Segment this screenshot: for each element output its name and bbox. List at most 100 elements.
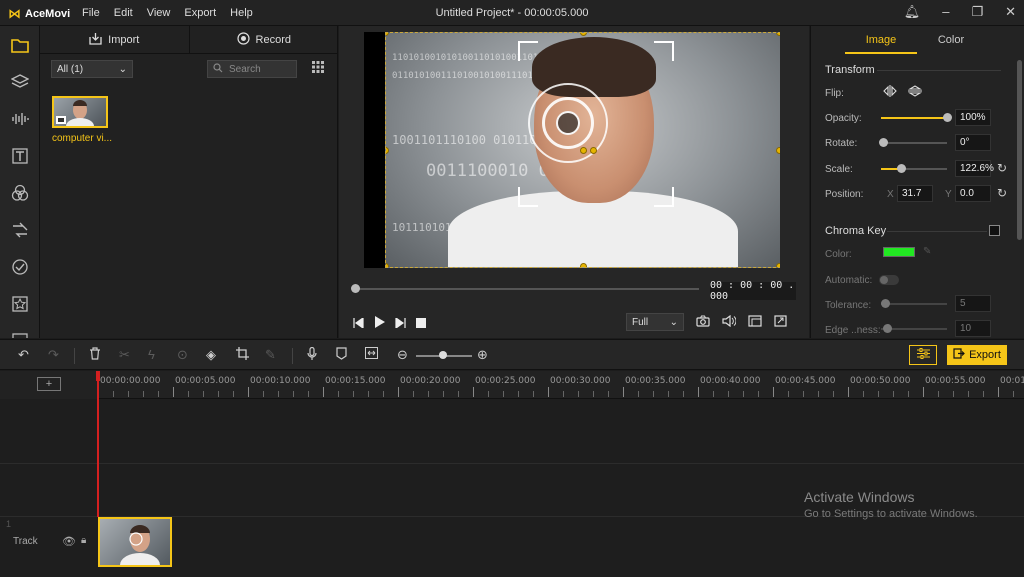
media-item-thumbnail[interactable] <box>52 96 108 128</box>
preview-quality-select[interactable]: Full ⌄ <box>626 313 684 331</box>
menu-export[interactable]: Export <box>184 7 216 19</box>
resize-handle[interactable] <box>776 147 780 154</box>
media-folder-icon[interactable] <box>6 31 34 59</box>
close-icon[interactable]: ✕ <box>1005 4 1016 20</box>
tolerance-slider[interactable] <box>881 299 947 308</box>
opacity-input[interactable]: 100% <box>955 109 991 126</box>
scale-slider-knob[interactable] <box>897 164 906 173</box>
opacity-slider-knob[interactable] <box>943 113 952 122</box>
microphone-icon[interactable] <box>307 346 317 364</box>
chroma-color-swatch[interactable] <box>883 247 915 257</box>
keyframe-icon[interactable]: ◈ <box>206 347 216 363</box>
menu-help[interactable]: Help <box>230 7 253 19</box>
flip-vertical-icon[interactable] <box>908 85 922 100</box>
preview-scrub-knob[interactable] <box>351 284 360 293</box>
elements-icon[interactable] <box>6 253 34 281</box>
record-button[interactable]: Record <box>188 26 339 53</box>
automatic-toggle[interactable] <box>879 275 899 285</box>
crop-icon[interactable] <box>236 347 249 363</box>
edge-slider-knob[interactable] <box>883 324 892 333</box>
position-reset-icon[interactable]: ↻ <box>997 186 1007 200</box>
resize-handle[interactable] <box>386 33 389 36</box>
track-lock-icon[interactable]: 🔒︎ <box>81 535 86 546</box>
stickers-icon[interactable] <box>6 290 34 318</box>
chroma-key-checkbox[interactable] <box>989 225 1000 236</box>
snapshot-camera-icon[interactable] <box>696 315 710 330</box>
position-y-input[interactable]: 0.0 <box>955 185 991 202</box>
redo-icon[interactable]: ↷ <box>48 347 59 363</box>
export-settings-button[interactable] <box>909 345 937 365</box>
resize-handle[interactable] <box>776 33 780 36</box>
rotate-input[interactable]: 0° <box>955 134 991 151</box>
fullscreen-icon[interactable] <box>774 315 787 330</box>
playhead-grip[interactable] <box>96 371 100 381</box>
menu-view[interactable]: View <box>147 7 171 19</box>
zoom-out-icon[interactable]: ⊖ <box>397 347 408 363</box>
add-track-button[interactable]: + <box>37 377 61 391</box>
transitions-icon[interactable] <box>6 216 34 244</box>
scale-slider[interactable] <box>881 164 947 173</box>
empty-track-lane[interactable] <box>0 399 1024 464</box>
delete-icon[interactable] <box>89 347 101 363</box>
undo-icon[interactable]: ↶ <box>18 347 29 363</box>
preview-scrub-track[interactable] <box>355 288 699 290</box>
stop-icon[interactable] <box>416 317 426 331</box>
play-icon[interactable] <box>374 316 385 331</box>
audio-waveform-icon[interactable] <box>6 105 34 133</box>
properties-scrollbar[interactable] <box>1017 60 1022 240</box>
pip-icon[interactable] <box>748 315 762 330</box>
fit-timeline-icon[interactable] <box>365 347 378 362</box>
tolerance-slider-knob[interactable] <box>881 299 890 308</box>
menu-edit[interactable]: Edit <box>114 7 133 19</box>
anchor-point-handle[interactable] <box>580 147 587 154</box>
step-forward-icon[interactable] <box>395 316 406 331</box>
track-visibility-eye-icon[interactable]: 👁︎ <box>62 535 76 548</box>
volume-icon[interactable] <box>722 314 737 330</box>
scale-input[interactable]: 122.6% <box>955 160 994 177</box>
timeline-playhead[interactable] <box>97 371 99 517</box>
tab-image[interactable]: Image <box>845 26 917 54</box>
edge-slider[interactable] <box>881 324 947 333</box>
resize-handle[interactable] <box>386 147 389 154</box>
rotate-handle[interactable] <box>590 147 597 154</box>
zoom-in-icon[interactable]: ⊕ <box>477 347 488 363</box>
time-ruler[interactable]: 00:00:00.000 00:00:05.000 00:00:10.000 00:0… <box>98 371 1024 399</box>
more-tools-icon[interactable] <box>6 326 34 338</box>
zoom-slider-knob[interactable] <box>439 351 447 359</box>
grid-view-icon[interactable] <box>312 61 326 75</box>
speed-icon[interactable]: ⊙ <box>177 347 188 363</box>
folder-select[interactable]: All (1) ⌄ <box>51 60 133 78</box>
opacity-slider[interactable] <box>881 113 952 122</box>
import-button[interactable]: Import <box>40 26 189 53</box>
tab-color[interactable]: Color <box>931 26 971 54</box>
video-canvas[interactable]: 1101010010101001101010011010100110 01101… <box>364 32 780 268</box>
resize-handle[interactable] <box>386 263 389 267</box>
rotate-slider-knob[interactable] <box>879 138 888 147</box>
selected-media-frame[interactable]: 1101010010101001101010011010100110 01101… <box>385 32 780 268</box>
menu-file[interactable]: File <box>82 7 100 19</box>
cut-icon[interactable]: ✂ <box>119 347 130 363</box>
resize-handle[interactable] <box>776 263 780 267</box>
resize-handle[interactable] <box>580 33 587 36</box>
step-back-icon[interactable] <box>353 316 364 331</box>
text-icon[interactable] <box>6 142 34 170</box>
scale-reset-icon[interactable]: ↻ <box>997 161 1007 175</box>
rotate-slider[interactable] <box>879 138 947 147</box>
position-x-input[interactable]: 31.7 <box>897 185 933 202</box>
marker-icon[interactable] <box>336 347 347 363</box>
restore-icon[interactable]: ❐ <box>971 4 983 20</box>
media-search-input[interactable]: Search <box>207 60 297 78</box>
resize-handle[interactable] <box>580 263 587 267</box>
eyedropper-icon[interactable]: ✎ <box>923 246 931 257</box>
flip-horizontal-icon[interactable] <box>883 85 897 100</box>
edit-icon[interactable]: ✎ <box>265 347 276 363</box>
export-button[interactable]: Export <box>947 345 1007 365</box>
tolerance-input[interactable]: 5 <box>955 295 991 312</box>
filters-icon[interactable] <box>6 179 34 207</box>
layers-icon[interactable] <box>6 68 34 96</box>
edge-input[interactable]: 10 <box>955 320 991 337</box>
minimize-icon[interactable]: – <box>942 4 949 20</box>
split-icon[interactable]: ϟ <box>148 347 155 362</box>
timeline-video-clip[interactable] <box>98 517 172 567</box>
notification-bell-icon[interactable]: 🔔︎ <box>904 4 921 20</box>
